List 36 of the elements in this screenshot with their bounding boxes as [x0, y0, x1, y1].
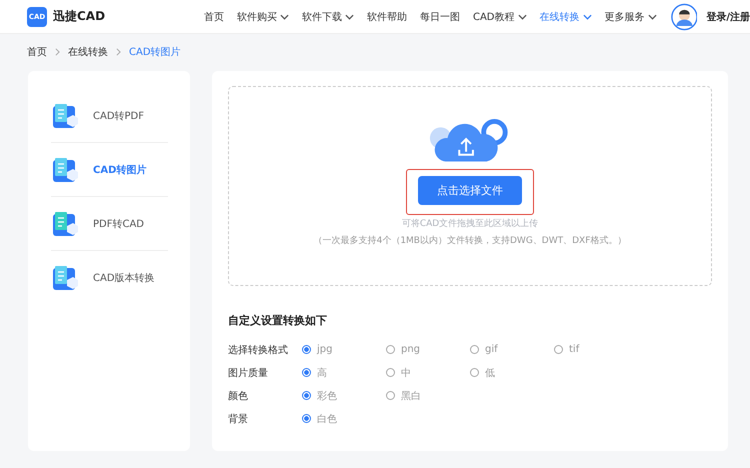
nav-link[interactable]: 软件购买 [236, 10, 289, 24]
radio-option[interactable]: jpg [302, 344, 386, 355]
drop-zone[interactable]: 点击选择文件 可将CAD文件拖拽至此区域以上传 （一次最多支持4个（1MB以内）文件转换，支持DWG、DWT、DXF格式。） [228, 86, 712, 286]
radio-option[interactable]: 黑白 [386, 388, 470, 402]
breadcrumb-link[interactable]: 在线转换 [68, 45, 108, 59]
setting-label: 选择转换格式 [228, 344, 289, 356]
sidebar-item[interactable]: PDF转CAD [93, 216, 144, 230]
radio-option[interactable]: 中 [386, 366, 470, 380]
sidebar-item[interactable]: CAD转图片 [93, 162, 146, 176]
sidebar-item[interactable]: CAD版本转换 [93, 270, 155, 284]
settings-title: 自定义设置转换如下 [228, 313, 328, 328]
setting-label: 图片质量 [228, 366, 269, 380]
nav-link[interactable]: 软件帮助 [366, 10, 407, 24]
nav-link[interactable]: 每日一图 [420, 10, 460, 24]
breadcrumb-link[interactable]: CAD转图片 [129, 45, 181, 59]
setting-label: 颜色 [228, 390, 249, 402]
format-note-text: （一次最多支持4个（1MB以内）文件转换，支持DWG、DWT、DXF格式。） [314, 234, 626, 247]
radio-option[interactable]: 高 [302, 366, 386, 380]
radio-option[interactable]: 低 [470, 366, 554, 380]
radio-option[interactable]: 白色 [302, 412, 386, 426]
drag-hint-text: 可将CAD文件拖拽至此区域以上传 [402, 218, 538, 230]
sidebar-item[interactable]: CAD转PDF [93, 108, 144, 122]
breadcrumb-link[interactable]: 首页 [27, 45, 47, 59]
nav-link[interactable]: 首页 [204, 10, 224, 24]
select-file-button[interactable]: 点击选择文件 [418, 176, 522, 205]
login-link[interactable]: 登录/注册 [706, 10, 750, 24]
nav-link[interactable]: 软件下载 [302, 10, 354, 24]
nav-link[interactable]: 更多服务 [604, 10, 656, 24]
radio-option[interactable]: png [386, 344, 470, 355]
setting-label: 背景 [228, 412, 249, 426]
radio-option[interactable]: gif [470, 344, 554, 355]
radio-option[interactable]: tif [554, 344, 638, 355]
brand-name[interactable]: 迅捷CAD [53, 8, 106, 25]
radio-option[interactable]: 彩色 [302, 388, 386, 402]
nav-link[interactable]: 在线转换 [540, 10, 592, 24]
nav-link[interactable]: CAD教程 [472, 10, 526, 24]
